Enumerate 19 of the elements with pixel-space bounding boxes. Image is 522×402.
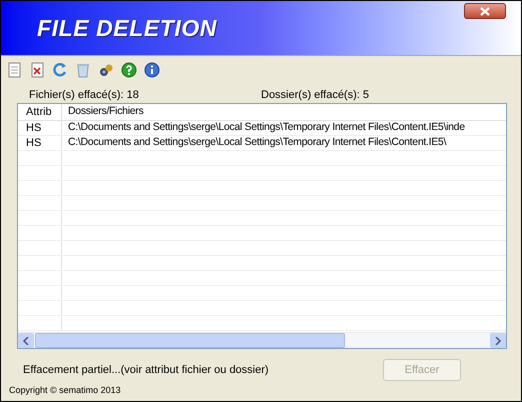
refresh-icon[interactable]	[51, 61, 69, 79]
info-icon[interactable]	[143, 61, 161, 79]
table-cell-text: C:\Documents and Settings\serge\Local Settings\Temporary Internet Files\Content.IE5\inde	[67, 121, 466, 135]
close-icon	[480, 6, 490, 16]
copyright-text: Copyright © sematimo 2013	[9, 384, 122, 397]
close-button[interactable]	[464, 3, 506, 19]
table-cell: HS	[18, 136, 62, 150]
status-text: Effacement partiel...(voir attribut fichier ou dossier)	[23, 362, 269, 378]
count-label: Dossier(s) effacé(s): 5	[261, 88, 369, 103]
scrollbar-thumb[interactable]	[35, 333, 345, 348]
scroll-left-button[interactable]	[18, 333, 34, 348]
count-label: Fichier(s) effacé(s): 18	[29, 88, 140, 103]
help-icon[interactable]	[120, 61, 138, 79]
table-cell-text: C:\Documents and Settings\serge\Local Settings\Temporary Internet Files\Content.IE5\	[67, 136, 448, 150]
column-header[interactable]: Dossiers/Fichiers	[62, 104, 506, 120]
table-cell: HS	[18, 121, 62, 135]
column-header[interactable]: Attrib	[18, 104, 62, 120]
scroll-right-button[interactable]	[490, 333, 506, 348]
window-title: FILE DELETION	[37, 14, 217, 43]
